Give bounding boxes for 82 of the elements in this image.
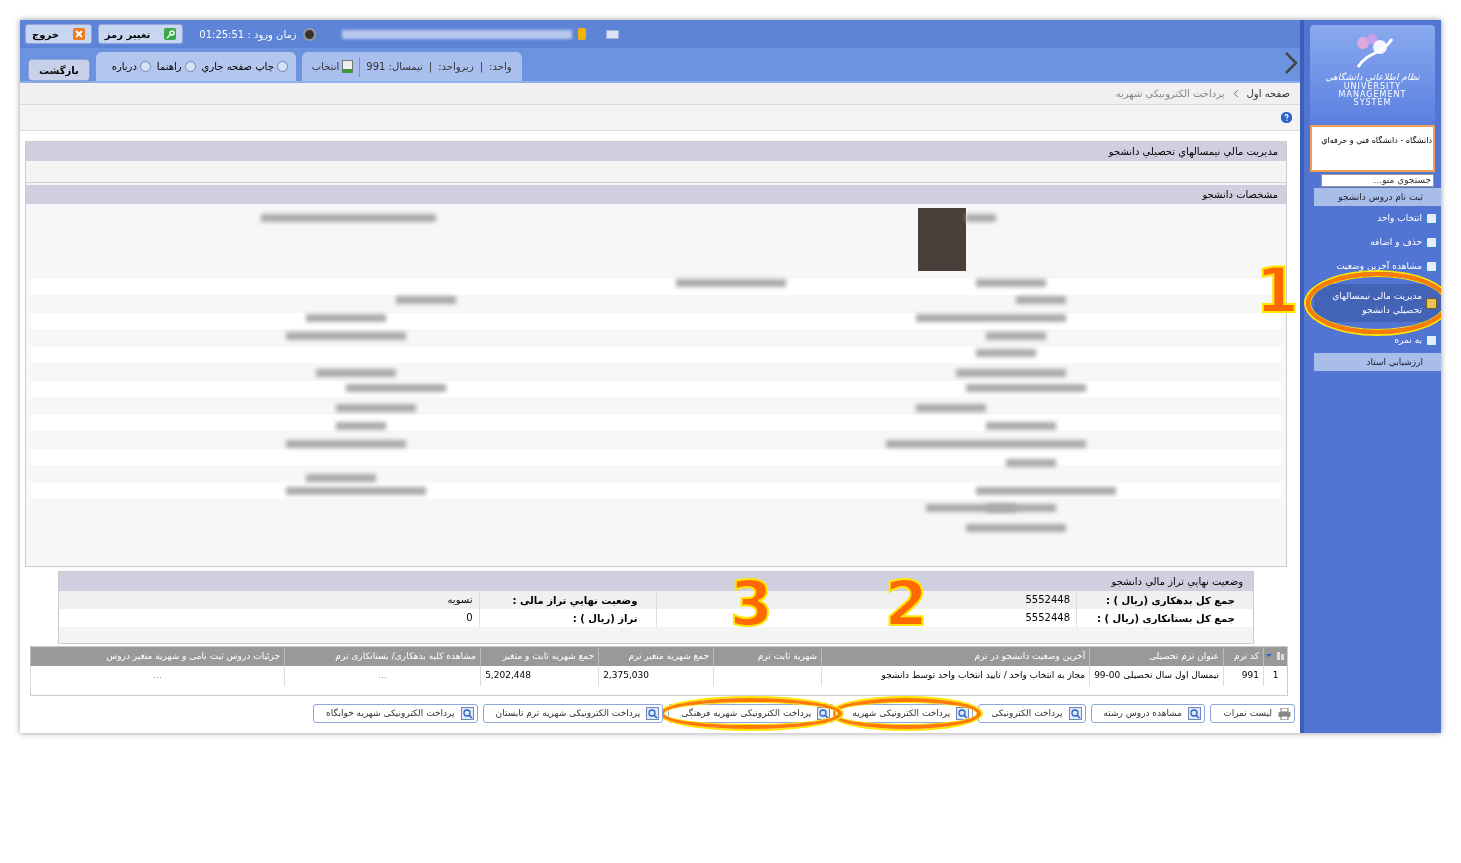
close-icon (72, 28, 85, 40)
action-button[interactable]: پرداخت الکترونيکی شهريه ترم تابستان (482, 704, 664, 723)
field-label: تراز (ريال ) : (571, 611, 639, 626)
logo-text: SYSTEM (1353, 99, 1392, 107)
table-cell: ... (284, 665, 481, 686)
table-cell: 2,375,030 (598, 665, 714, 686)
field-label: جمع کل بدهکاری (ريال ) : (1105, 593, 1236, 608)
document-icon (1426, 297, 1437, 309)
menu-item[interactable]: به نمره (1314, 328, 1441, 352)
logo-text: MANAGEMENT (1338, 91, 1407, 99)
blurred-text (336, 422, 386, 430)
magnifier-icon (460, 707, 474, 720)
document-icon (1426, 334, 1437, 346)
search-field[interactable]: جستجوي منو... (1321, 174, 1434, 187)
action-button[interactable]: پرداخت الکترونيکی (978, 704, 1086, 723)
login-time: زمان ورود : 01:25:51 (199, 27, 297, 42)
photo-placeholder (918, 208, 966, 271)
document-icon (1426, 236, 1437, 248)
document-icon (1426, 212, 1437, 224)
clock-icon (302, 27, 316, 41)
field-label: جمع کل بستانکاری (ريال ) : (1096, 611, 1236, 626)
blurred-text (1006, 459, 1056, 467)
action-button[interactable]: پرداخت الکترونيکی شهريه فرهنگی (668, 704, 835, 723)
field-value: 5552448 (1025, 609, 1077, 627)
table-cell: 5,202,448 (480, 665, 599, 686)
about-link[interactable]: درباره (111, 59, 151, 74)
document-icon (1426, 260, 1437, 272)
menu-item[interactable]: انتخاب واحد (1314, 206, 1441, 230)
unit-info-text: واحد: (489, 60, 512, 74)
menu-item[interactable]: مديريت مالی نيمسالهاي تحصيلي دانشجو (1314, 284, 1441, 322)
blurred-text (986, 332, 1046, 340)
menu-header[interactable]: ثبت نام دروس دانشجو (1314, 188, 1441, 206)
select-button[interactable]: انتخاب (311, 59, 354, 74)
help-link[interactable]: راهنما (156, 59, 196, 74)
table-cell: ... (30, 665, 285, 686)
unit-info-text: نيمسال: 991 (366, 60, 423, 74)
chevron-icon (1232, 89, 1239, 98)
change-password-button[interactable]: تغيير رمز (97, 24, 184, 44)
blurred-text (1016, 296, 1066, 304)
blurred-text (976, 349, 1036, 357)
separator: | (479, 60, 484, 74)
section-title: مشخصات دانشجو (26, 185, 1286, 204)
magnifier-icon (956, 707, 970, 720)
field-value: 0 (466, 609, 480, 627)
blurred-text (396, 296, 456, 304)
blurred-text (916, 404, 986, 412)
table-cell: نيمسال اول سال تحصيلی 00-99 (1089, 665, 1224, 686)
breadcrumb-link[interactable]: صفحه اول (1246, 86, 1290, 101)
university-box: دانشگاه - دانشگاه فني و حرفه‌اي (1310, 125, 1435, 172)
back-tooltip: بازگشت (28, 59, 90, 81)
blurred-text (976, 279, 1046, 287)
logo-script: نظام اطلاعاتی دانشگاهی (1325, 71, 1420, 83)
action-button[interactable]: پرداخت الکترونيکی شهريه خوابگاه (313, 704, 478, 723)
magnifier-icon (646, 707, 660, 720)
separator: | (428, 60, 433, 74)
table-cell: 991 (1223, 665, 1264, 686)
mail-icon (605, 29, 619, 39)
menu-item[interactable]: مشاهده آخرين وضعيت (1314, 254, 1441, 278)
lock-icon (577, 28, 586, 40)
row-number: 1 (1263, 665, 1288, 686)
blurred-text (306, 474, 376, 482)
action-button[interactable]: ليست نمرات (1210, 704, 1295, 723)
menu-header[interactable]: ارزشيابي استاد (1314, 353, 1441, 371)
print-button[interactable]: چاپ صفحه جاري (201, 59, 288, 74)
magnifier-icon (1188, 707, 1202, 720)
magnifier-icon (817, 707, 831, 720)
blurred-text (966, 214, 996, 222)
unit-info-text: زيرواحد: (438, 60, 474, 74)
blurred-text (986, 422, 1056, 430)
printer-icon (1278, 707, 1291, 720)
field-label: وضعيت نهايي تراز مالی : (511, 593, 639, 608)
action-button[interactable]: مشاهده دروس رشته (1090, 704, 1206, 723)
help-icon[interactable] (1281, 112, 1292, 123)
table-cell: مجاز به انتخاب واحد / تاييد انتخاب واحد توسط دانشجو (821, 665, 1090, 686)
key-icon (164, 28, 177, 40)
magnifier-icon (1068, 707, 1082, 720)
menu-item[interactable]: حذف و اضافه (1314, 230, 1441, 254)
chevron-icon[interactable] (1284, 51, 1298, 75)
annotation-number: 1 (1255, 260, 1299, 322)
logout-button[interactable]: خروج (25, 24, 92, 44)
logo-text: UNIVERSITY (1343, 83, 1402, 91)
panel-title: مديريت مالي نيمسالهاي تحصيلي دانشجو (26, 142, 1286, 161)
